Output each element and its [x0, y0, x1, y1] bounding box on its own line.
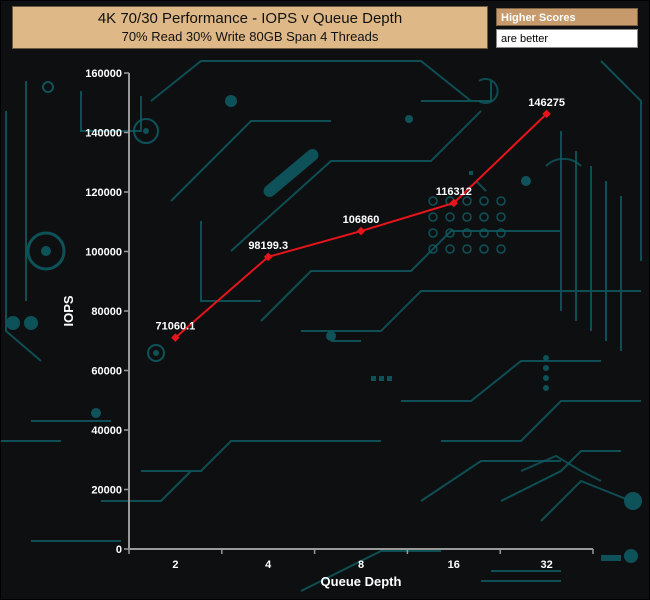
chart-axes [128, 73, 593, 550]
chart-data-labels: 71060.1 98199.3 106860 116312 146275 [156, 97, 565, 333]
data-point [356, 226, 366, 236]
data-label: 71060.1 [156, 321, 196, 333]
chart-frame: 4K 70/30 Performance - IOPS v Queue Dept… [0, 0, 650, 600]
y-tick-label: 60000 [91, 366, 122, 378]
x-tick-label: 16 [448, 559, 460, 571]
y-axis-title: IOPS [61, 295, 76, 326]
data-label: 146275 [528, 97, 565, 109]
data-label: 106860 [343, 214, 380, 226]
y-tick-label: 120000 [85, 187, 122, 199]
x-tick-label: 32 [540, 559, 552, 571]
data-label: 98199.3 [248, 240, 288, 252]
y-tick-label: 100000 [85, 247, 122, 259]
y-tick-label: 40000 [91, 425, 122, 437]
x-tick-label: 8 [358, 559, 364, 571]
y-tick-label: 160000 [85, 68, 122, 80]
y-tick-label: 0 [116, 544, 122, 556]
x-tick-label: 4 [265, 559, 272, 571]
y-tick-label: 20000 [91, 485, 122, 497]
y-tick-label: 80000 [91, 306, 122, 318]
y-tick-label: 140000 [85, 128, 122, 140]
x-axis-title: Queue Depth [321, 574, 402, 589]
data-label: 116312 [436, 186, 472, 198]
x-tick-label: 2 [172, 559, 178, 571]
line-chart: 0 20000 40000 60000 80000 100000 120000 140000 1… [61, 68, 594, 589]
